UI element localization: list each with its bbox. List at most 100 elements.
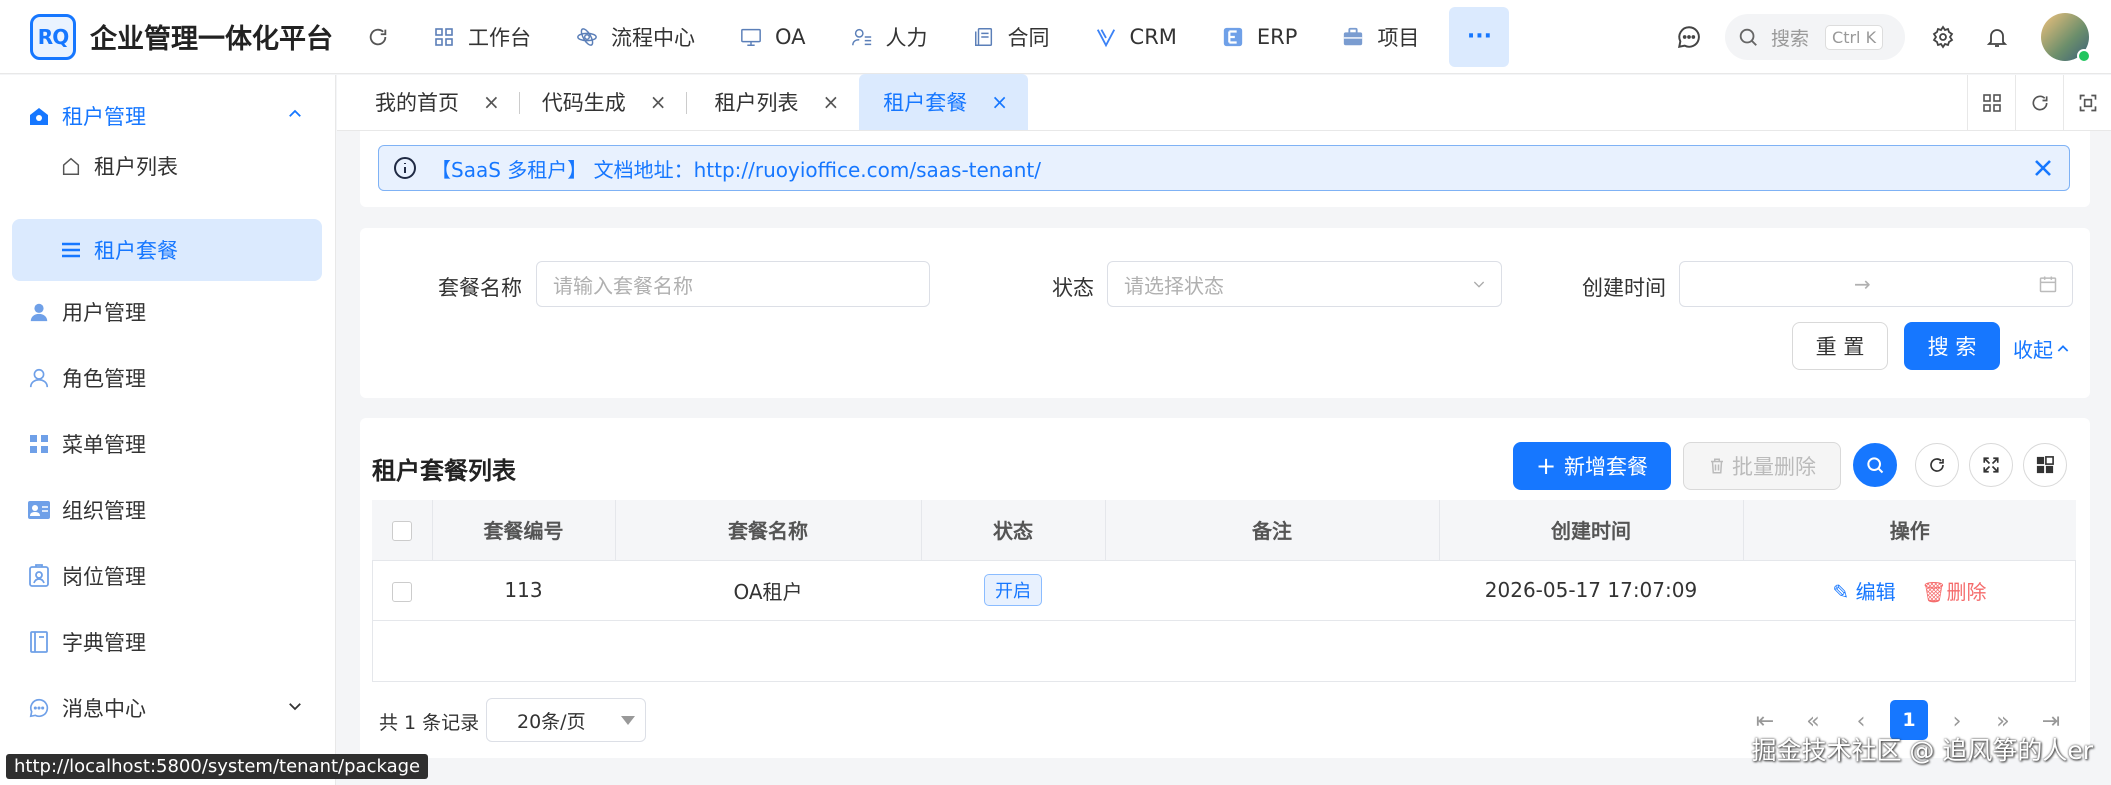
refresh-icon[interactable] xyxy=(358,17,398,57)
tab-tenant-package[interactable]: 租户套餐 × xyxy=(859,74,1029,130)
created-time-range-picker[interactable]: → xyxy=(1679,261,2073,307)
sidebar-item-menu-management[interactable]: 菜单管理 xyxy=(12,413,322,475)
package-name-input[interactable]: 请输入套餐名称 xyxy=(536,261,930,307)
column-header[interactable]: 操作 xyxy=(1743,500,2076,561)
list-icon xyxy=(58,237,84,263)
nav-label: 项目 xyxy=(1377,25,1420,50)
chat-icon[interactable] xyxy=(1669,17,1709,57)
expand-icon xyxy=(1982,456,2000,474)
search-form-card xyxy=(360,228,2090,398)
tab-label: 我的首页 xyxy=(375,91,459,115)
tabs-refresh-icon[interactable] xyxy=(2015,75,2063,131)
dict-icon xyxy=(26,629,52,655)
column-settings-button[interactable] xyxy=(2023,443,2067,487)
select-all-cell xyxy=(372,500,433,561)
page-size-select[interactable]: 20条/页 xyxy=(486,698,646,742)
search-button[interactable]: 搜 索 xyxy=(1904,322,2000,370)
sidebar-item-tenant-package[interactable]: 租户套餐 xyxy=(12,219,322,281)
close-icon[interactable]: × xyxy=(650,90,667,114)
sidebar-item-label: 租户套餐 xyxy=(94,239,178,263)
tenant-icon xyxy=(26,103,52,129)
search-icon xyxy=(1865,455,1885,475)
calendar-icon xyxy=(2038,274,2058,294)
avatar[interactable] xyxy=(2041,13,2091,63)
tabs-grid-icon[interactable] xyxy=(1967,75,2015,131)
collapse-label: 收起 xyxy=(2013,338,2053,362)
info-icon xyxy=(393,156,417,180)
top-nav: 工作台 流程中心 OA 人力 合同 CRM ERP 项目 ··· xyxy=(410,0,1510,74)
row-checkbox[interactable] xyxy=(392,581,412,602)
refresh-table-button[interactable] xyxy=(1915,443,1959,487)
nav-workflow[interactable]: 流程中心 xyxy=(553,6,717,68)
input-placeholder: 请输入套餐名称 xyxy=(553,273,693,298)
batch-delete-button[interactable]: 批量删除 xyxy=(1683,442,1841,490)
sidebar-item-post-management[interactable]: 岗位管理 xyxy=(12,545,322,607)
nav-erp[interactable]: ERP xyxy=(1199,6,1320,68)
column-header[interactable]: 状态 xyxy=(921,500,1106,561)
sidebar-item-dict-management[interactable]: 字典管理 xyxy=(12,611,322,673)
nav-label: OA xyxy=(775,24,806,49)
columns-icon xyxy=(2036,456,2054,474)
column-header[interactable]: 备注 xyxy=(1105,500,1440,561)
nav-label: 流程中心 xyxy=(611,25,695,50)
column-header[interactable]: 创建时间 xyxy=(1439,500,1744,561)
column-header[interactable]: 套餐名称 xyxy=(615,500,922,561)
status-select[interactable]: 请选择状态 xyxy=(1107,261,1502,307)
column-header[interactable]: 套餐编号 xyxy=(432,500,616,561)
toggle-search-button[interactable] xyxy=(1853,443,1897,487)
nav-contract[interactable]: 合同 xyxy=(950,6,1072,68)
tab-home[interactable]: 我的首页 × xyxy=(337,74,520,130)
sidebar-item-user-management[interactable]: 用户管理 xyxy=(12,281,322,343)
tab-tenant-list[interactable]: 租户列表 × xyxy=(687,74,860,130)
batch-delete-label: 批量删除 xyxy=(1732,455,1816,479)
nav-crm[interactable]: CRM xyxy=(1072,6,1199,68)
caret-down-icon xyxy=(621,716,635,725)
actions-cell: ✎ 编辑 🗑删除 xyxy=(1743,560,2076,621)
search-placeholder: 搜索 xyxy=(1771,27,1810,50)
bell-icon[interactable] xyxy=(1977,17,2017,57)
trash-icon xyxy=(1708,457,1726,475)
watermark-text: 掘金技术社区 @ 追风筝的人er xyxy=(1751,736,2093,765)
range-arrow: → xyxy=(1854,272,1871,296)
select-all-checkbox[interactable] xyxy=(391,521,412,542)
home-icon xyxy=(58,153,84,179)
edit-label: 编辑 xyxy=(1855,579,1896,604)
sidebar-item-label: 角色管理 xyxy=(62,367,146,391)
expand-table-button[interactable] xyxy=(1969,443,2013,487)
table-row: 113 OA租户 开启 2026-05-17 17:07:09 ✎ 编辑 🗑删除 xyxy=(372,560,2076,621)
gear-icon[interactable] xyxy=(1923,17,1963,57)
add-package-button[interactable]: + 新增套餐 xyxy=(1513,442,1671,490)
sidebar-item-tenant-list[interactable]: 租户列表 xyxy=(12,135,322,197)
nav-label: 合同 xyxy=(1007,25,1050,50)
collapse-link[interactable]: 收起 xyxy=(2013,334,2071,363)
app-logo[interactable]: RQ 企业管理一体化平台 xyxy=(30,13,342,60)
delete-button[interactable]: 🗑删除 xyxy=(1921,580,1986,604)
close-icon[interactable] xyxy=(2031,156,2055,180)
header-tools: 搜索 Ctrl K xyxy=(1669,0,2111,74)
fullscreen-icon[interactable] xyxy=(2063,75,2111,131)
sidebar-item-message-center[interactable]: 消息中心 xyxy=(12,677,322,739)
nav-hr[interactable]: 人力 xyxy=(828,6,950,68)
nav-oa[interactable]: OA xyxy=(717,6,828,68)
nav-workbench[interactable]: 工作台 xyxy=(410,6,553,68)
chevron-down-icon xyxy=(1471,276,1487,292)
sidebar-item-org-management[interactable]: 组织管理 xyxy=(12,479,322,541)
package-name-cell: OA租户 xyxy=(615,560,921,621)
more-nav-button[interactable]: ··· xyxy=(1449,6,1510,67)
close-icon[interactable]: × xyxy=(823,90,840,114)
nav-project[interactable]: 项目 xyxy=(1319,6,1441,68)
delete-label: 删除 xyxy=(1946,579,1987,604)
close-icon[interactable]: × xyxy=(991,90,1008,114)
global-search[interactable]: 搜索 Ctrl K xyxy=(1725,14,1905,60)
page-size-value: 20条/页 xyxy=(517,710,586,733)
status-label: 状态 xyxy=(1052,276,1094,300)
select-placeholder: 请选择状态 xyxy=(1124,273,1224,298)
tab-codegen[interactable]: 代码生成 × xyxy=(520,74,687,130)
nav-label: CRM xyxy=(1129,24,1177,49)
org-icon xyxy=(26,497,52,523)
close-icon[interactable]: × xyxy=(483,90,500,114)
reset-button[interactable]: 重 置 xyxy=(1792,322,1888,370)
edit-button[interactable]: ✎ 编辑 xyxy=(1833,580,1896,604)
tab-label: 租户套餐 xyxy=(883,91,968,115)
sidebar-item-role-management[interactable]: 角色管理 xyxy=(12,347,322,409)
